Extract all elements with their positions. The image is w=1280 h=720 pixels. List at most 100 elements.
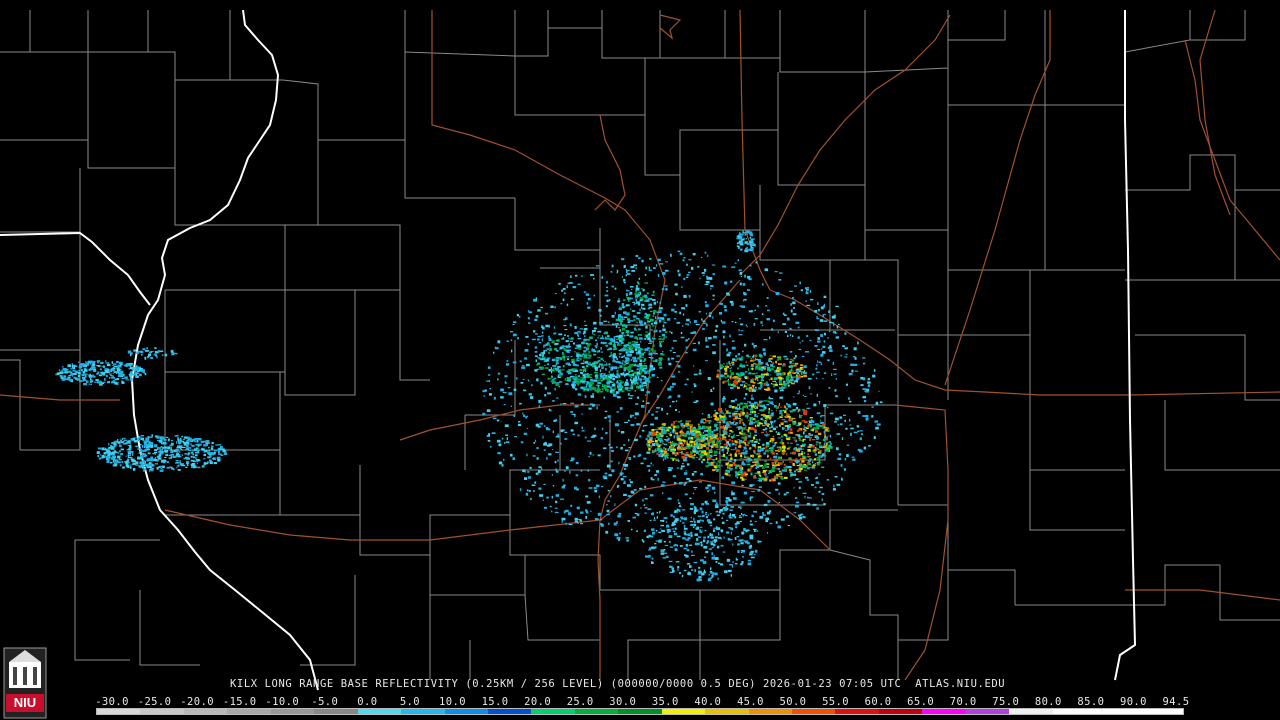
echo-pixel — [593, 277, 595, 280]
echo-pixel — [648, 447, 651, 451]
echo-pixel — [875, 401, 879, 405]
echo-pixel — [642, 400, 645, 402]
echo-pixel — [106, 363, 111, 367]
echo-pixel — [593, 294, 596, 297]
echo-pixel — [610, 352, 613, 356]
echo-pixel — [568, 369, 573, 371]
echo-pixel — [742, 412, 745, 415]
echo-pixel — [581, 413, 583, 415]
echo-pixel — [611, 264, 614, 268]
echo-pixel — [640, 380, 642, 384]
echo-pixel — [533, 490, 535, 492]
echo-pixel — [727, 504, 731, 506]
echo-pixel — [590, 274, 594, 276]
echo-pixel — [680, 444, 684, 447]
echo-pixel — [105, 362, 110, 364]
echo-pixel — [101, 456, 105, 459]
echo-pixel — [757, 455, 760, 458]
echo-pixel — [704, 556, 707, 558]
echo-pixel — [719, 312, 723, 315]
echo-pixel — [147, 452, 151, 455]
echo-pixel — [760, 447, 764, 450]
echo-pixel — [795, 504, 799, 508]
echo-pixel — [686, 378, 689, 381]
echo-pixel — [178, 464, 180, 467]
echo-pixel — [726, 452, 728, 454]
echo-pixel — [157, 457, 162, 460]
echo-pixel — [104, 378, 106, 381]
echo-pixel — [784, 331, 787, 333]
echo-pixel — [812, 428, 814, 432]
echo-pixel — [618, 327, 621, 329]
echo-pixel — [703, 438, 706, 441]
echo-pixel — [556, 339, 559, 342]
echo-pixel — [734, 453, 738, 457]
echo-pixel — [652, 531, 655, 535]
echo-pixel — [765, 446, 767, 449]
echo-pixel — [740, 418, 743, 421]
echo-pixel — [608, 347, 612, 351]
echo-pixel — [782, 312, 785, 315]
echo-pixel — [743, 232, 746, 234]
echo-pixel — [813, 403, 817, 407]
echo-pixel — [619, 334, 623, 338]
echo-pixel — [659, 330, 662, 333]
echo-pixel — [748, 458, 752, 462]
echo-pixel — [736, 245, 739, 248]
echo-pixel — [665, 261, 668, 263]
echo-pixel — [616, 396, 621, 399]
echo-pixel — [607, 321, 610, 323]
echo-pixel — [815, 441, 819, 443]
echo-pixel — [815, 477, 818, 480]
echo-pixel — [659, 316, 662, 320]
echo-pixel — [741, 462, 744, 465]
echo-pixel — [651, 429, 655, 432]
echo-pixel — [596, 391, 599, 393]
echo-pixel — [560, 429, 565, 432]
echo-pixel — [681, 574, 684, 578]
echo-pixel — [587, 344, 590, 347]
echo-pixel — [659, 345, 662, 347]
echo-pixel — [777, 482, 781, 485]
echo-pixel — [110, 370, 112, 373]
echo-pixel — [779, 441, 782, 444]
echo-pixel — [637, 303, 641, 306]
echo-pixel — [722, 330, 726, 334]
echo-pixel — [742, 449, 745, 452]
echo-pixel — [771, 438, 775, 441]
echo-pixel — [663, 423, 666, 426]
echo-pixel — [606, 281, 608, 284]
echo-pixel — [682, 259, 685, 262]
echo-pixel — [728, 411, 731, 415]
echo-pixel — [587, 440, 591, 442]
echo-pixel — [588, 387, 593, 390]
echo-pixel — [110, 447, 115, 450]
echo-pixel — [769, 374, 771, 376]
echo-pixel — [712, 273, 715, 276]
echo-pixel — [526, 427, 529, 429]
echo-pixel — [649, 310, 653, 313]
echo-pixel — [723, 430, 725, 433]
echo-pixel — [650, 513, 653, 515]
echo-pixel — [691, 266, 694, 269]
echo-pixel — [783, 493, 787, 496]
echo-pixel — [533, 298, 537, 302]
echo-pixel — [626, 334, 629, 337]
echo-pixel — [511, 349, 513, 353]
echo-pixel — [737, 413, 740, 415]
echo-pixel — [718, 451, 720, 455]
echo-pixel — [148, 462, 151, 464]
echo-pixel — [661, 320, 665, 322]
echo-pixel — [823, 404, 827, 408]
echo-pixel — [681, 456, 685, 459]
echo-pixel — [679, 431, 683, 433]
echo-pixel — [504, 441, 506, 444]
echo-pixel — [751, 384, 755, 386]
echo-pixel — [765, 517, 769, 521]
echo-pixel — [720, 538, 723, 540]
echo-pixel — [636, 311, 641, 314]
echo-pixel — [554, 511, 559, 514]
echo-pixel — [582, 381, 585, 384]
echo-pixel — [595, 484, 600, 487]
echo-pixel — [127, 454, 129, 457]
